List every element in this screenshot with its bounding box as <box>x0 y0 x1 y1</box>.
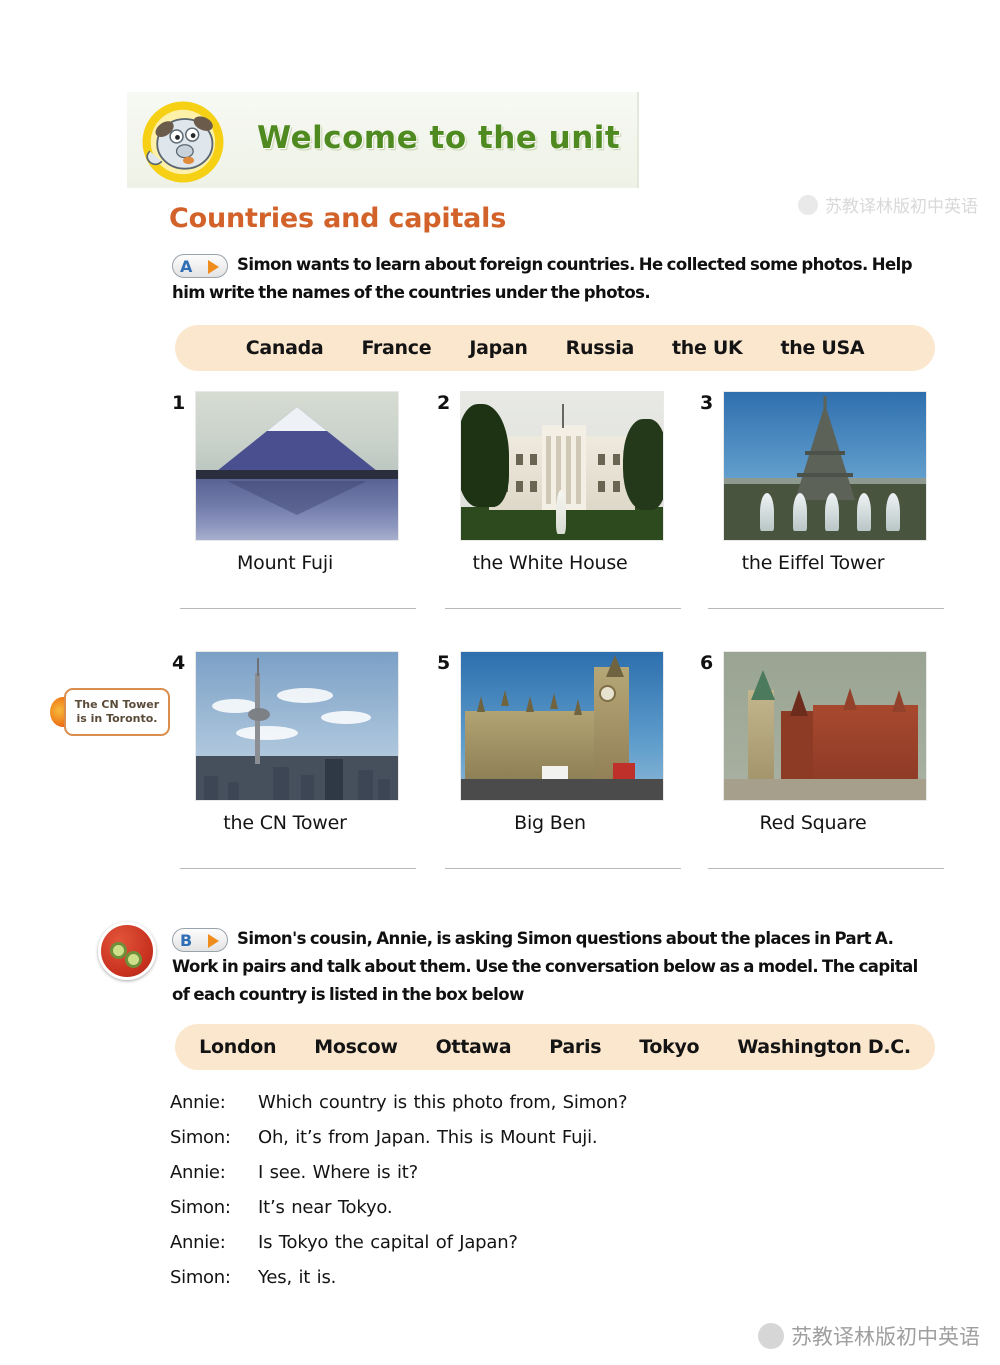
watermark-bottom-text: 苏教译林版初中英语 <box>791 1325 980 1349</box>
word-bank-item[interactable]: France <box>361 337 431 359</box>
item-number: 3 <box>700 392 714 414</box>
hint-text: The CN Tower is in Toronto. <box>74 698 160 725</box>
dialogue-speaker: Annie: <box>170 1232 226 1253</box>
dialogue-line: Simon: It’s near Tokyo. <box>170 1197 870 1218</box>
word-bank-item[interactable]: Ottawa <box>436 1036 512 1058</box>
dialogue-text: Oh, it’s from Japan. This is Mount Fuji. <box>258 1127 598 1148</box>
dog-mascot-icon <box>142 101 224 183</box>
play-triangle-icon <box>208 933 219 948</box>
part-a-badge[interactable]: A <box>172 253 228 278</box>
dialogue-text: Is Tokyo the capital of Japan? <box>258 1232 518 1253</box>
dialogue-speaker: Simon: <box>170 1127 231 1148</box>
dialogue-line: Simon: Yes, it is. <box>170 1267 870 1288</box>
watermark-top-text: 苏教译林版初中英语 <box>825 197 978 217</box>
answer-line-6[interactable] <box>708 868 944 869</box>
model-conversation: Annie: Which country is this photo from,… <box>170 1092 870 1302</box>
word-bank-item[interactable]: the USA <box>780 337 864 359</box>
banner-title: Welcome to the unit <box>257 120 621 156</box>
photo-caption: the CN Tower <box>223 812 347 834</box>
watermark-top: 苏教译林版初中英语 <box>798 192 978 217</box>
item-number: 1 <box>172 392 186 414</box>
photo-caption: the White House <box>472 552 628 574</box>
dialogue-speaker: Annie: <box>170 1092 226 1113</box>
unit-header-banner: Welcome to the unit <box>127 92 639 188</box>
part-b-badge-letter: B <box>180 930 192 950</box>
page-title: Countries and capitals <box>169 203 507 234</box>
photo-white-house <box>461 392 663 540</box>
part-b-instruction-text: Simon's cousin, Annie, is asking Simon q… <box>172 929 918 1004</box>
watermark-logo-icon <box>798 194 818 215</box>
dialogue-text: Yes, it is. <box>258 1267 337 1288</box>
part-b-instruction-block: B Simon's cousin, Annie, is asking Simon… <box>172 925 932 1009</box>
dialogue-line: Annie: Which country is this photo from,… <box>170 1092 870 1113</box>
dialogue-text: It’s near Tokyo. <box>258 1197 393 1218</box>
dialogue-line: Annie: I see. Where is it? <box>170 1162 870 1183</box>
country-word-bank: Canada France Japan Russia the UK the US… <box>175 325 935 371</box>
photo-caption: the Eiffel Tower <box>741 552 885 574</box>
answer-line-3[interactable] <box>708 608 944 609</box>
dialogue-line: Annie: Is Tokyo the capital of Japan? <box>170 1232 870 1253</box>
word-bank-item[interactable]: Canada <box>246 337 324 359</box>
part-a-badge-letter: A <box>180 256 192 276</box>
photo-caption: Big Ben <box>514 812 586 834</box>
answer-line-5[interactable] <box>445 868 681 869</box>
item-number: 6 <box>700 652 714 674</box>
part-a-instruction-text: Simon wants to learn about foreign count… <box>172 255 913 302</box>
item-number: 4 <box>172 652 186 674</box>
dialogue-text: Which country is this photo from, Simon? <box>258 1092 628 1113</box>
dialogue-line: Simon: Oh, it’s from Japan. This is Moun… <box>170 1127 870 1148</box>
word-bank-item[interactable]: Moscow <box>314 1036 398 1058</box>
capital-word-bank: London Moscow Ottawa Paris Tokyo Washing… <box>175 1024 935 1070</box>
dialogue-speaker: Annie: <box>170 1162 226 1183</box>
photo-cn-tower <box>196 652 398 800</box>
word-bank-item[interactable]: Russia <box>566 337 635 359</box>
part-a-instruction-block: A Simon wants to learn about foreign cou… <box>172 251 913 307</box>
answer-line-1[interactable] <box>180 608 416 609</box>
photo-caption: Red Square <box>759 812 867 834</box>
photo-caption: Mount Fuji <box>236 552 334 574</box>
word-bank-item[interactable]: the UK <box>672 337 743 359</box>
photo-red-square <box>724 652 926 800</box>
word-bank-item[interactable]: Japan <box>469 337 528 359</box>
photo-mount-fuji <box>196 392 398 540</box>
hint-bubble: The CN Tower is in Toronto. <box>64 688 170 736</box>
answer-line-2[interactable] <box>445 608 681 609</box>
dialogue-speaker: Simon: <box>170 1197 231 1218</box>
pair-work-icon <box>98 922 156 980</box>
word-bank-item[interactable]: London <box>199 1036 276 1058</box>
watermark-logo-icon <box>758 1323 784 1349</box>
word-bank-item[interactable]: Washington D.C. <box>737 1036 911 1058</box>
play-triangle-icon <box>208 259 219 274</box>
dialogue-text: I see. Where is it? <box>258 1162 418 1183</box>
word-bank-item[interactable]: Tokyo <box>639 1036 699 1058</box>
answer-line-4[interactable] <box>180 868 416 869</box>
item-number: 2 <box>437 392 451 414</box>
watermark-bottom: 苏教译林版初中英语 <box>758 1321 980 1351</box>
photo-big-ben <box>461 652 663 800</box>
part-b-badge[interactable]: B <box>172 927 228 952</box>
word-bank-item[interactable]: Paris <box>549 1036 601 1058</box>
photo-eiffel-tower <box>724 392 926 540</box>
item-number: 5 <box>437 652 451 674</box>
dialogue-speaker: Simon: <box>170 1267 231 1288</box>
